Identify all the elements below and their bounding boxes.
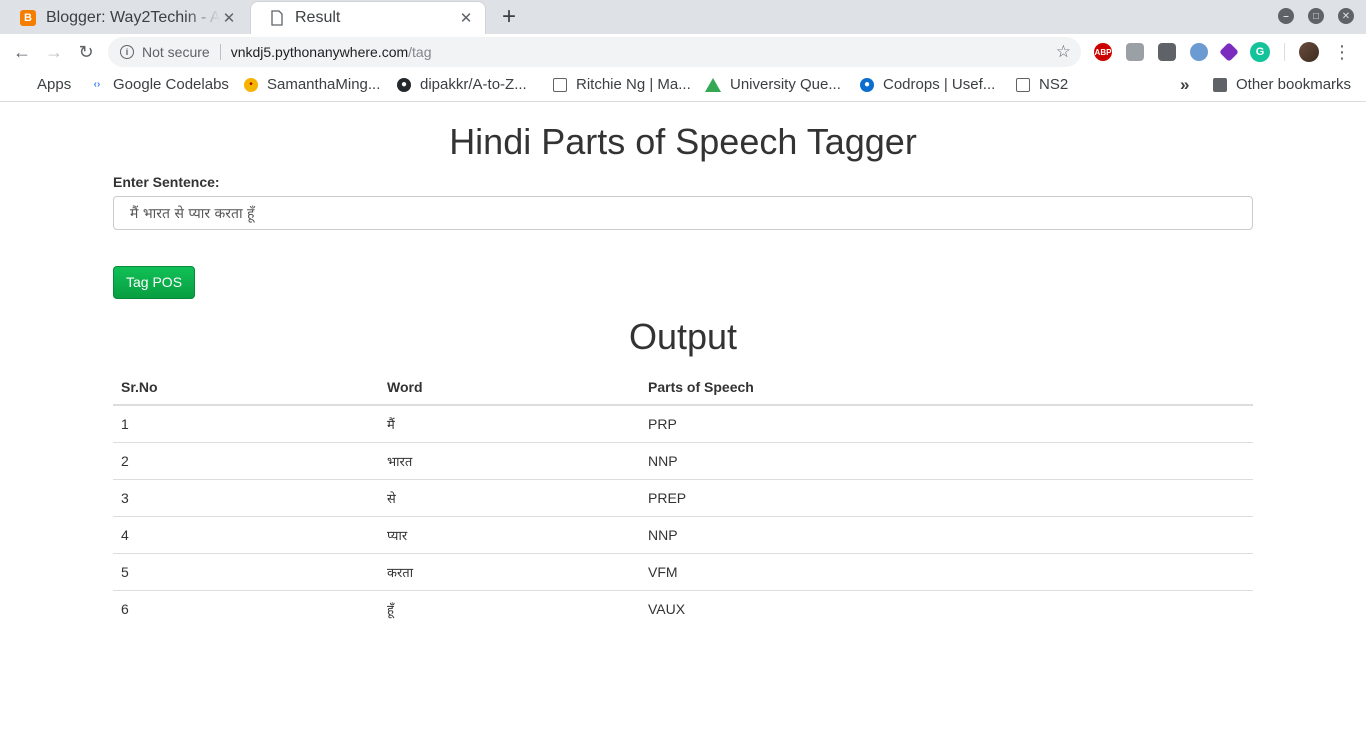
cell-pos: VFM <box>640 552 1253 590</box>
bookmarks-overflow-button[interactable]: » <box>1180 75 1189 95</box>
table-row: 6 हूँ VAUX <box>113 589 1253 627</box>
cell-pos: PREP <box>640 478 1253 516</box>
page-icon <box>553 77 567 92</box>
url-path: /tag <box>408 44 432 60</box>
bookmark-university[interactable]: University Que... <box>705 76 841 93</box>
cell-pos: NNP <box>640 441 1253 479</box>
drive-icon <box>705 77 721 92</box>
header-word: Word <box>379 369 640 406</box>
cell-sr-no: 6 <box>113 589 379 627</box>
browser-toolbar: ← → ↻ i Not secure vnkdj5.pythonanywhere… <box>0 34 1366 70</box>
cell-word: प्यार <box>379 515 640 553</box>
bookmark-ritchie-ng[interactable]: Ritchie Ng | Ma... <box>553 76 691 93</box>
cell-pos: NNP <box>640 515 1253 553</box>
cell-sr-no: 2 <box>113 441 379 479</box>
samantha-icon: • <box>244 77 258 92</box>
bookmark-label: University Que... <box>730 76 841 93</box>
apps-grid-icon <box>14 78 28 92</box>
bookmark-label: Google Codelabs <box>113 76 229 93</box>
close-icon[interactable]: ✕ <box>220 9 238 27</box>
cell-pos: VAUX <box>640 589 1253 627</box>
sentence-label: Enter Sentence: <box>113 174 220 190</box>
tab-title: Blogger: Way2Techin - All <box>46 8 220 26</box>
page-title: Hindi Parts of Speech Tagger <box>449 121 917 162</box>
blogger-icon: B <box>20 9 36 26</box>
window-controls: – □ ✕ <box>1278 8 1354 24</box>
bookmark-ns2[interactable]: NS2 <box>1016 76 1068 93</box>
header-sr-no: Sr.No <box>113 369 379 406</box>
cell-word: करता <box>379 552 640 590</box>
divider <box>219 44 221 60</box>
close-icon[interactable]: ✕ <box>457 9 475 27</box>
extensions: ABP G ⋮ <box>1094 42 1351 62</box>
bookmarks-bar: Apps ‹› Google Codelabs • SamanthaMing..… <box>0 70 1366 102</box>
table-row: 4 प्यार NNP <box>113 515 1253 553</box>
tag-pos-button[interactable]: Tag POS <box>113 266 196 299</box>
new-tab-button[interactable]: + <box>497 5 521 29</box>
bookmark-label: SamanthaMing... <box>267 76 381 93</box>
header-pos: Parts of Speech <box>640 369 1253 406</box>
page-icon <box>1016 77 1030 92</box>
sentence-input[interactable] <box>113 196 1253 230</box>
tab-result[interactable]: Result ✕ <box>250 1 486 34</box>
bookmark-apps[interactable]: Apps <box>14 76 71 93</box>
folder-icon <box>1213 77 1227 92</box>
bookmark-label: Other bookmarks <box>1236 76 1352 93</box>
cell-sr-no: 4 <box>113 515 379 553</box>
bookmark-google-codelabs[interactable]: ‹› Google Codelabs <box>90 76 229 93</box>
bookmark-label: Apps <box>37 76 72 93</box>
cell-word: भारत <box>379 441 640 479</box>
cell-word: हूँ <box>379 589 640 627</box>
page-icon <box>271 10 283 26</box>
bulb-icon[interactable] <box>1158 43 1176 61</box>
other-bookmarks[interactable]: Other bookmarks <box>1213 76 1351 93</box>
avatar[interactable] <box>1299 42 1319 62</box>
back-icon[interactable]: ← <box>10 40 34 64</box>
output-title: Output <box>628 316 738 357</box>
swirl-extension-icon[interactable] <box>1190 43 1208 61</box>
tab-title: Result <box>295 9 341 26</box>
close-window-icon[interactable]: ✕ <box>1338 8 1354 24</box>
bookmark-label: dipakkr/A-to-Z... <box>420 76 527 93</box>
page-content: Hindi Parts of Speech Tagger Enter Sente… <box>113 103 1253 627</box>
address-bar[interactable]: i Not secure vnkdj5.pythonanywhere.com/t… <box>108 37 1081 67</box>
table-row: 5 करता VFM <box>113 552 1253 590</box>
tab-blogger[interactable]: B Blogger: Way2Techin - All ✕ <box>2 1 248 34</box>
table-row: 2 भारत NNP <box>113 441 1253 479</box>
star-icon[interactable]: ☆ <box>1056 42 1071 62</box>
bookmark-codrops[interactable]: ● Codrops | Usef... <box>860 76 995 93</box>
tab-strip: B Blogger: Way2Techin - All ✕ Result ✕ +… <box>0 0 1366 34</box>
bookmark-dipakkr[interactable]: ● dipakkr/A-to-Z... <box>397 76 527 93</box>
maximize-icon[interactable]: □ <box>1308 8 1324 24</box>
table-row: 3 से PREP <box>113 478 1253 516</box>
forward-icon[interactable]: → <box>42 40 66 64</box>
table-row: 1 मैं PRP <box>113 404 1253 442</box>
cell-pos: PRP <box>640 404 1253 442</box>
info-icon[interactable]: i <box>120 45 134 59</box>
bookmark-label: NS2 <box>1039 76 1069 93</box>
divider <box>1284 43 1285 61</box>
camera-icon[interactable] <box>1126 43 1144 61</box>
codrops-icon: ● <box>860 77 874 92</box>
cell-sr-no: 3 <box>113 478 379 516</box>
bookmark-label: Codrops | Usef... <box>883 76 996 93</box>
github-icon: ● <box>397 77 411 92</box>
kebab-menu-icon[interactable]: ⋮ <box>1333 43 1351 61</box>
codelabs-icon: ‹› <box>93 79 101 90</box>
url-host: vnkdj5.pythonanywhere.com <box>230 44 409 60</box>
bookmark-label: Ritchie Ng | Ma... <box>576 76 691 93</box>
bookmark-samanthaming[interactable]: • SamanthaMing... <box>244 76 380 93</box>
pos-table: Sr.No Word Parts of Speech 1 मैं PRP 2 भ… <box>113 369 1253 627</box>
cell-sr-no: 1 <box>113 404 379 442</box>
cube-extension-icon[interactable] <box>1219 42 1239 62</box>
minimize-icon[interactable]: – <box>1278 8 1294 24</box>
cell-word: मैं <box>379 404 640 442</box>
cell-sr-no: 5 <box>113 552 379 590</box>
adblock-icon[interactable]: ABP <box>1094 43 1112 61</box>
reload-icon[interactable]: ↻ <box>74 40 98 64</box>
cell-word: से <box>379 478 640 516</box>
grammarly-icon[interactable]: G <box>1250 42 1270 62</box>
table-header-row: Sr.No Word Parts of Speech <box>113 369 1253 406</box>
security-label: Not secure <box>142 44 210 60</box>
